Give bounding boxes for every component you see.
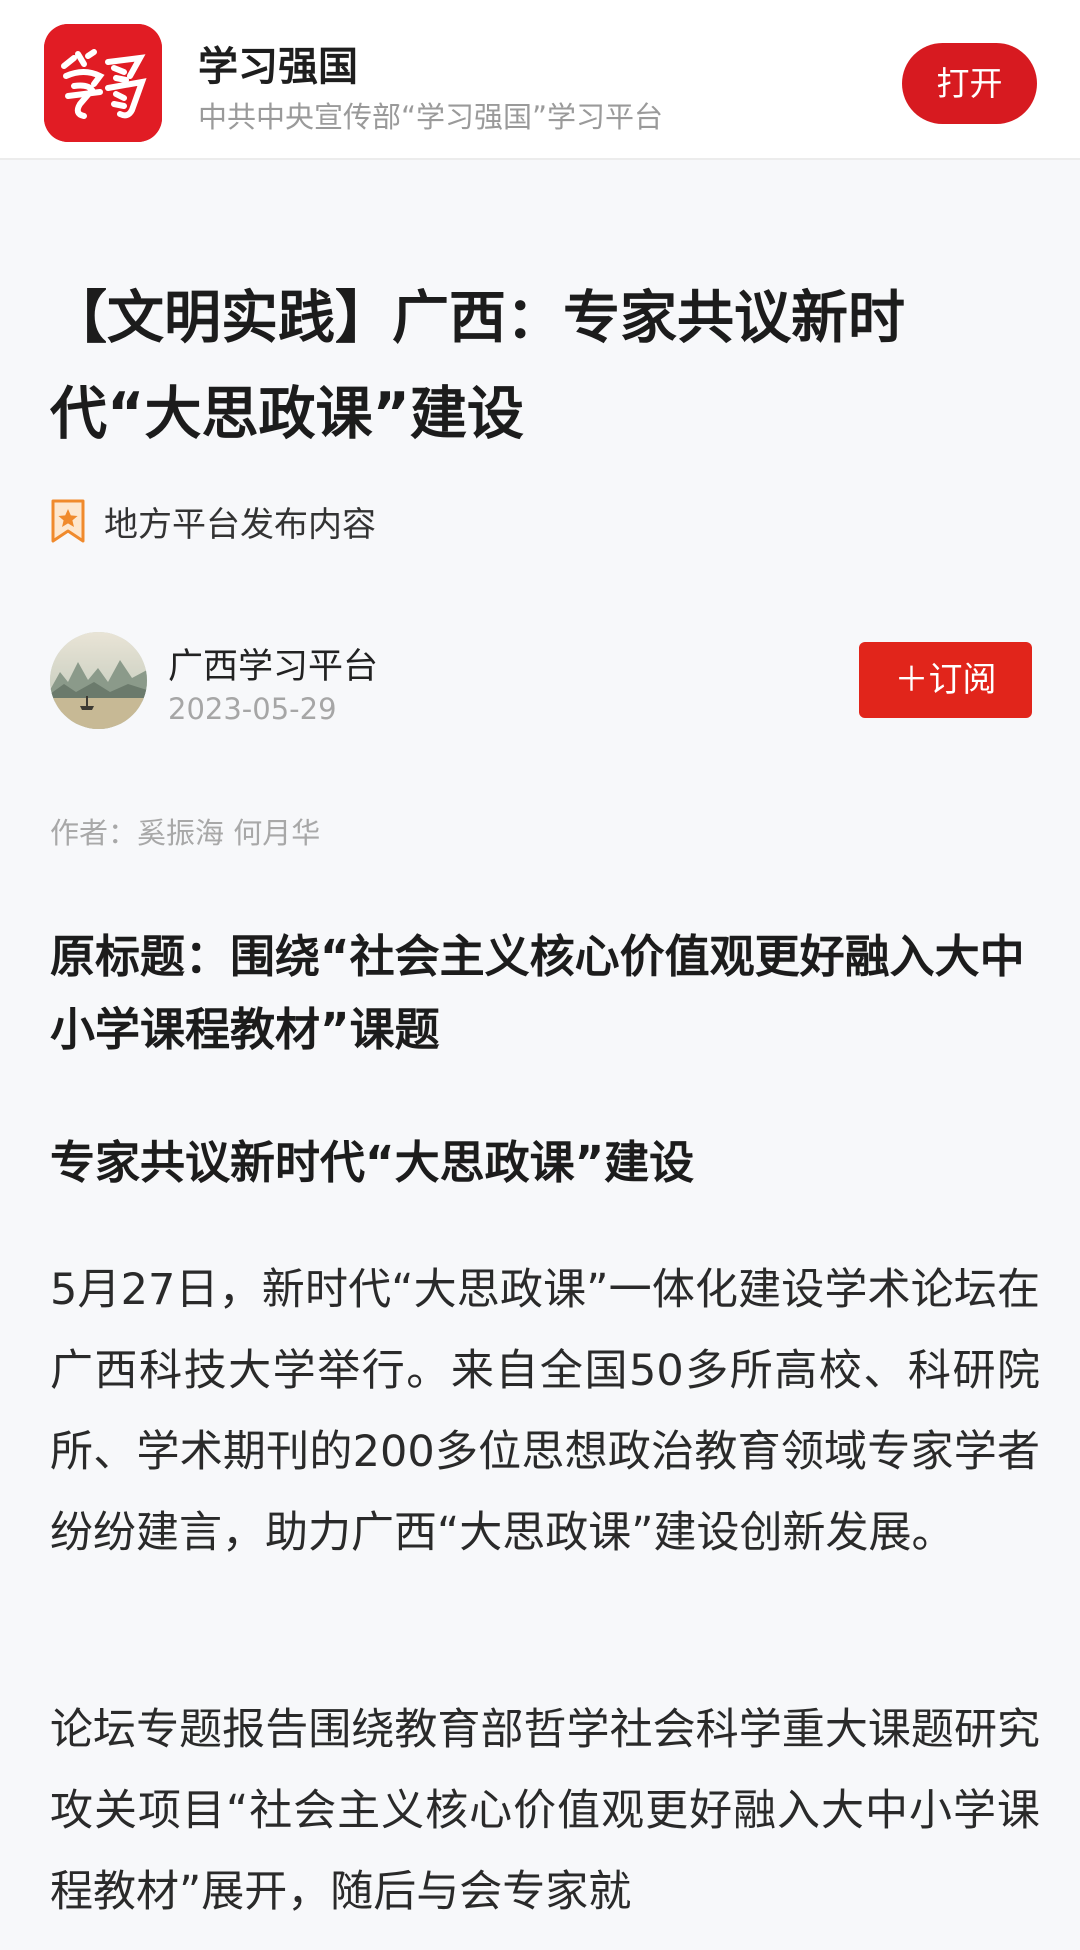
app-description: 中共中央宣传部“学习强国”学习平台	[198, 100, 664, 134]
local-platform-badge: 地方平台发布内容	[50, 497, 376, 545]
app-banner: 学习强国 中共中央宣传部“学习强国”学习平台 打开	[0, 0, 1080, 160]
open-app-button[interactable]: 打开	[902, 43, 1037, 124]
local-platform-label: 地方平台发布内容	[104, 504, 376, 545]
article-subtitle: 专家共议新时代“大思政课”建设	[50, 1136, 695, 1189]
publish-date: 2023-05-29	[168, 692, 337, 726]
article-title: 【文明实践】广西：专家共议新时代“大思政课”建设	[50, 285, 905, 447]
publisher-row: 广西学习平台 2023-05-29 ＋订阅	[50, 632, 1032, 732]
xuexi-logo-icon	[44, 24, 162, 142]
paragraph: 论坛专题报告围绕教育部哲学社会科学重大课题研究攻关项目“社会主义核心价值观更好融…	[50, 1705, 1040, 1917]
landscape-avatar-icon	[50, 632, 147, 729]
original-title: 原标题：围绕“社会主义核心价值观更好融入大中小学课程教材”课题	[50, 930, 1025, 1056]
author-line: 作者：奚振海 何月华	[50, 816, 321, 850]
xuexi-logo[interactable]	[44, 24, 162, 142]
publisher-avatar[interactable]	[50, 632, 147, 729]
subscribe-button[interactable]: ＋订阅	[859, 642, 1032, 718]
publisher-name[interactable]: 广西学习平台	[168, 638, 378, 689]
paragraph: 5月27日，新时代“大思政课”一体化建设学术论坛在广西科技大学举行。来自全国50…	[50, 1265, 1040, 1558]
star-bookmark-icon	[51, 499, 85, 543]
app-name: 学习强国	[198, 44, 358, 90]
